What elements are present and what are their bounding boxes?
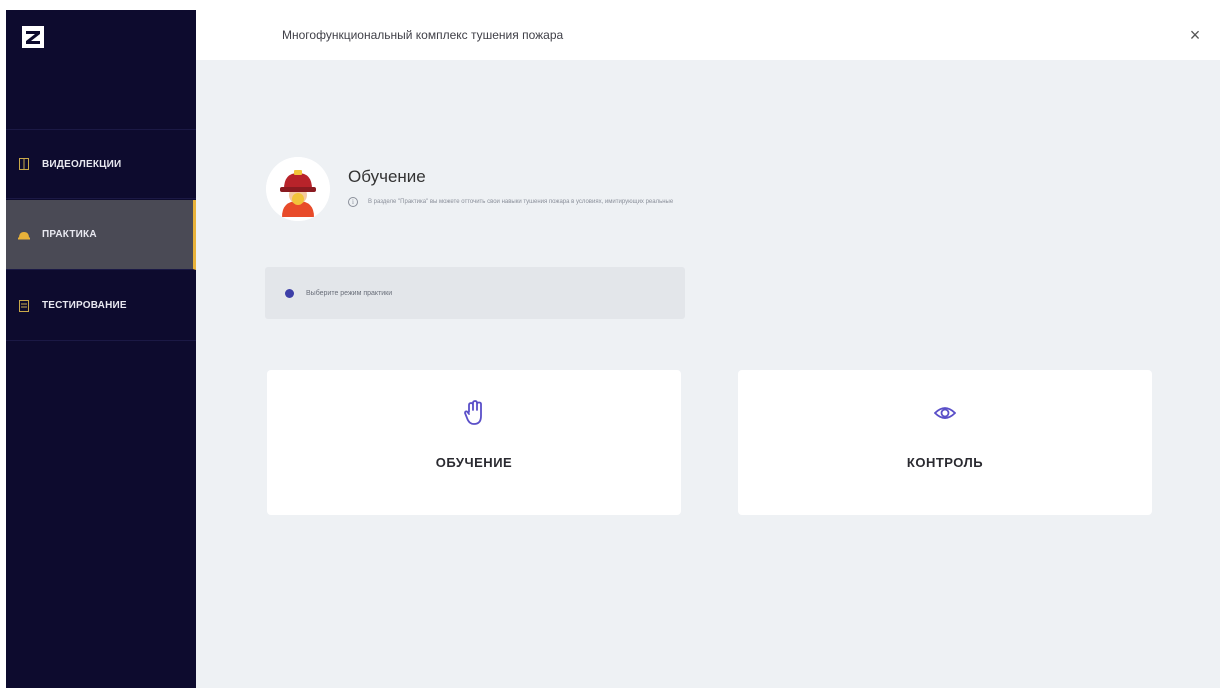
mode-label: КОНТРОЛЬ [906, 455, 984, 470]
top-bar: Многофункциональный комплекс тушения пож… [196, 10, 1220, 60]
logo-icon [22, 26, 44, 48]
mode-card-control[interactable]: КОНТРОЛЬ [738, 370, 1152, 515]
mode-card-training[interactable]: ОБУЧЕНИЕ [267, 370, 681, 515]
close-icon: × [1189, 25, 1201, 45]
sidebar-item-label: ВИДЕОЛЕКЦИИ [42, 158, 122, 170]
hand-icon [267, 400, 681, 430]
mode-hint: Выберите режим практики [265, 267, 685, 319]
section-description: i В разделе "Практика" вы можете отточит… [348, 197, 673, 207]
hint-text: Выберите режим практики [306, 289, 393, 297]
sidebar-item-practice[interactable]: ПРАКТИКА [6, 200, 196, 270]
avatar [266, 157, 330, 221]
sidebar: ВИДЕОЛЕКЦИИ ПРАКТИКА ТЕСТИРОВАНИЕ [6, 10, 196, 688]
helmet-icon [18, 229, 30, 241]
window-title: Многофункциональный комплекс тушения пож… [282, 28, 564, 42]
info-icon: i [348, 197, 358, 207]
firefighter-icon [266, 157, 330, 221]
main-content: Многофункциональный комплекс тушения пож… [196, 10, 1220, 688]
sidebar-item-label: ПРАКТИКА [42, 229, 97, 240]
app-window: ВИДЕОЛЕКЦИИ ПРАКТИКА ТЕСТИРОВАНИЕ Многоф… [6, 10, 1220, 688]
test-icon [18, 299, 30, 312]
eye-icon [738, 400, 1152, 430]
page-title: Обучение [348, 167, 426, 186]
description-text: В разделе "Практика" вы можете отточить … [368, 199, 674, 205]
sidebar-item-label: ТЕСТИРОВАНИЕ [42, 300, 127, 311]
video-icon [18, 158, 30, 170]
info-dot-icon [285, 288, 294, 298]
close-button[interactable]: × [1186, 26, 1204, 44]
sidebar-item-videolectures[interactable]: ВИДЕОЛЕКЦИИ [6, 129, 196, 199]
mode-label: ОБУЧЕНИЕ [435, 455, 513, 470]
sidebar-item-testing[interactable]: ТЕСТИРОВАНИЕ [6, 271, 196, 341]
